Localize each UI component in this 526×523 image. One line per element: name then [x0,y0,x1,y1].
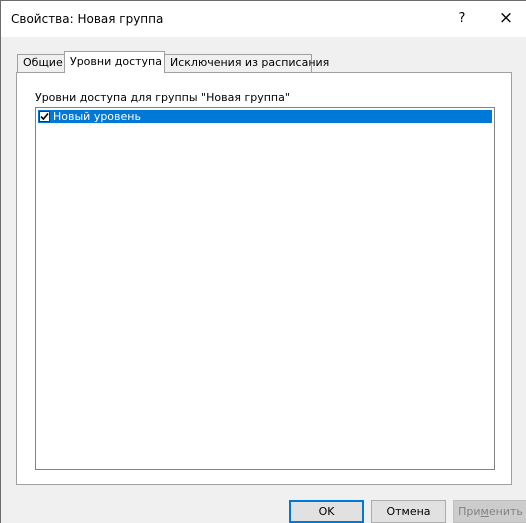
properties-dialog: Свойства: Новая группа ? × Общие Уровни … [0,0,526,523]
tab-general-label: Общие [23,56,63,69]
tab-access-levels[interactable]: Уровни доступа [64,51,165,73]
list-item[interactable]: Новый уровень [38,110,492,123]
window-title: Свойства: Новая группа [11,12,164,26]
tab-general[interactable]: Общие [17,54,65,72]
checkmark-icon [40,112,49,121]
access-levels-group-label: Уровни доступа для группы "Новая группа" [35,91,290,104]
apply-button[interactable]: Применить [453,500,526,523]
apply-label-suffix: енить [488,505,523,518]
access-levels-list[interactable]: Новый уровень [35,107,495,470]
ok-button[interactable]: OK [289,500,364,523]
cancel-button[interactable]: Отмена [371,500,446,523]
tab-schedule-exceptions-label: Исключения из расписания [170,56,330,69]
help-button[interactable]: ? [449,7,475,31]
access-levels-page: Уровни доступа для группы "Новая группа"… [16,72,512,485]
close-button[interactable]: × [493,7,519,31]
help-icon: ? [458,11,466,26]
access-level-label: Новый уровень [53,110,141,123]
apply-label-prefix: При [458,505,481,518]
tab-access-levels-label: Уровни доступа [70,55,162,68]
access-level-checkbox[interactable] [39,111,50,122]
close-icon: × [498,8,514,28]
apply-label-mnemonic: м [480,505,489,518]
tab-schedule-exceptions[interactable]: Исключения из расписания [164,54,329,72]
tab-strip: Общие Уровни доступа Исключения из распи… [1,51,526,73]
title-bar: Свойства: Новая группа ? × [1,1,526,37]
